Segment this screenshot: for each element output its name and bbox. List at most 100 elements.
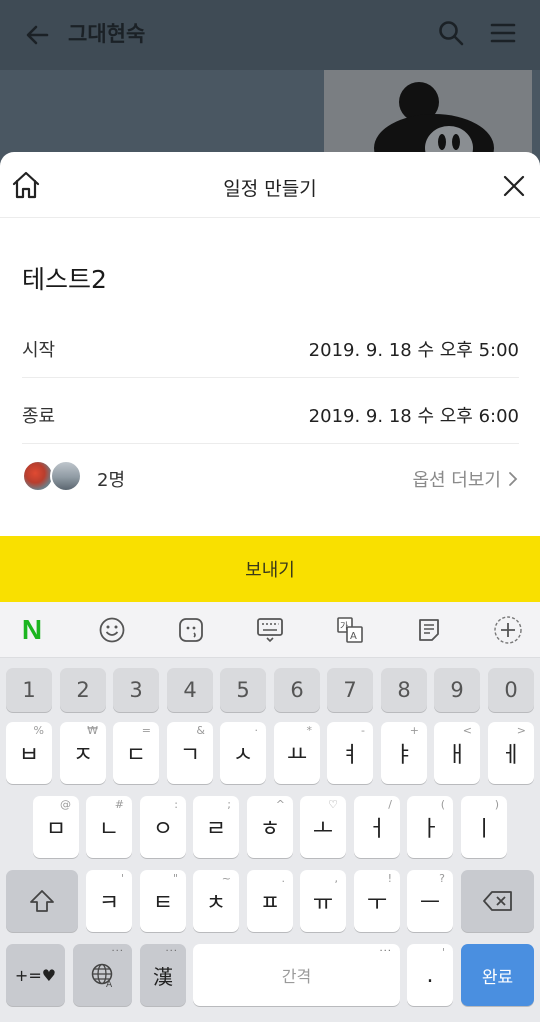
- key-label: ㅐ: [446, 743, 468, 768]
- key-letter[interactable]: * ㅛ: [274, 722, 320, 784]
- screen: 그대현숙 일정 만들기 테스트2 시작 2019. 9. 18 수 오후 5:0…: [0, 0, 540, 1022]
- key-label: ㄷ: [125, 743, 147, 768]
- key-label: ㅍ: [259, 891, 281, 916]
- backspace-key[interactable]: [461, 870, 534, 932]
- key-letter[interactable]: ^ ㅎ: [247, 796, 293, 858]
- period-key[interactable]: ' .: [407, 944, 453, 1006]
- chat-title: 그대현숙: [68, 22, 146, 46]
- key-letter[interactable]: (ㅏ: [407, 796, 453, 858]
- key-symbol: ^: [275, 798, 285, 811]
- key-label: ㅣ: [473, 817, 495, 842]
- naver-icon[interactable]: N: [16, 614, 48, 646]
- key-label: ㅔ: [500, 743, 522, 768]
- key-symbol: <: [462, 724, 472, 737]
- key-label: ㅎ: [259, 817, 281, 842]
- key-symbol: #: [114, 798, 124, 811]
- hanja-key[interactable]: ··· 漢: [140, 944, 186, 1006]
- done-key[interactable]: 완료: [461, 944, 534, 1006]
- send-button[interactable]: 보내기: [0, 536, 540, 602]
- attendees-row[interactable]: 2명 옵션 더보기: [22, 444, 519, 510]
- key-letter[interactable]: = ㄷ: [113, 722, 159, 784]
- key-symbol: @: [60, 798, 71, 811]
- key-label: ㅋ: [98, 891, 120, 916]
- key-letter[interactable]: .ㅍ: [247, 870, 293, 932]
- event-title-field[interactable]: 테스트2: [22, 260, 107, 296]
- key-0[interactable]: 0: [488, 668, 534, 712]
- key-letter[interactable]: % ㅂ: [6, 722, 52, 784]
- chat-header: 그대현숙: [0, 0, 540, 70]
- key-label: ㅏ: [419, 817, 441, 842]
- key-4[interactable]: 4: [167, 668, 213, 712]
- key-symbol: ₩: [87, 724, 98, 737]
- key-symbol: (: [440, 798, 445, 811]
- start-value[interactable]: 2019. 9. 18 수 오후 5:00: [309, 336, 519, 362]
- back-arrow-icon[interactable]: [22, 20, 52, 50]
- key-label: ㅓ: [366, 817, 388, 842]
- start-time-row[interactable]: 시작 2019. 9. 18 수 오후 5:00: [22, 312, 519, 378]
- key-symbol: ?: [439, 872, 445, 885]
- key-letter[interactable]: ~ ㅊ: [193, 870, 239, 932]
- emoji-icon[interactable]: [96, 614, 128, 646]
- key-symbol: +: [409, 724, 419, 737]
- more-dots-icon: ···: [165, 946, 178, 957]
- space-key[interactable]: ··· 간격: [193, 944, 400, 1006]
- key-symbol: *: [306, 724, 313, 737]
- key-letter[interactable]: -ㅕ: [327, 722, 373, 784]
- key-symbol: ': [441, 946, 445, 959]
- key-1[interactable]: 1: [6, 668, 52, 712]
- translate-icon[interactable]: 가A: [334, 614, 366, 646]
- end-value[interactable]: 2019. 9. 18 수 오후 6:00: [309, 402, 519, 428]
- language-key[interactable]: ··· A: [73, 944, 132, 1006]
- key-symbol: ♡: [328, 798, 338, 811]
- key-letter[interactable]: @ ㅁ: [33, 796, 79, 858]
- keyboard: N 가A 1 2 3 4 5 6 7 8 9 0 % ㅂ ₩ ㅈ = ㄷ & ㄱ…: [0, 602, 540, 1022]
- key-9[interactable]: 9: [434, 668, 480, 712]
- keyboard-icon[interactable]: [254, 614, 286, 646]
- key-letter[interactable]: / ㅓ: [354, 796, 400, 858]
- key-letter[interactable]: ' ㅋ: [86, 870, 132, 932]
- key-letter[interactable]: & ㄱ: [167, 722, 213, 784]
- key-letter[interactable]: ; ㄹ: [193, 796, 239, 858]
- globe-icon: A: [91, 963, 113, 988]
- start-label: 시작: [22, 340, 56, 361]
- key-2[interactable]: 2: [60, 668, 106, 712]
- symbols-key[interactable]: +=♥: [6, 944, 65, 1006]
- backspace-icon: [482, 891, 512, 911]
- key-8[interactable]: 8: [381, 668, 427, 712]
- key-letter[interactable]: # ㄴ: [86, 796, 132, 858]
- chevron-right-icon: [509, 472, 518, 486]
- key-letter[interactable]: " ㅌ: [140, 870, 186, 932]
- key-letter[interactable]: :ㅇ: [140, 796, 186, 858]
- sheet-title: 일정 만들기: [223, 178, 317, 200]
- key-letter[interactable]: ) ㅣ: [461, 796, 507, 858]
- add-icon[interactable]: [492, 614, 524, 646]
- key-5[interactable]: 5: [220, 668, 266, 712]
- key-7[interactable]: 7: [327, 668, 373, 712]
- emoticon-icon[interactable]: [175, 614, 207, 646]
- shift-key[interactable]: [6, 870, 78, 932]
- more-options-link[interactable]: 옵션 더보기: [412, 466, 519, 492]
- key-6[interactable]: 6: [274, 668, 320, 712]
- key-letter[interactable]: > ㅔ: [488, 722, 534, 784]
- end-label: 종료: [22, 406, 56, 427]
- end-time-row[interactable]: 종료 2019. 9. 18 수 오후 6:00: [22, 378, 519, 444]
- key-letter[interactable]: + ㅑ: [381, 722, 427, 784]
- key-letter[interactable]: ♡ ㅗ: [300, 796, 346, 858]
- menu-icon[interactable]: [488, 18, 518, 48]
- attendee-count: 2명: [97, 470, 126, 491]
- key-letter[interactable]: < ㅐ: [434, 722, 480, 784]
- key-symbol: :: [174, 798, 178, 811]
- memo-icon[interactable]: [413, 614, 445, 646]
- key-letter[interactable]: · ㅅ: [220, 722, 266, 784]
- key-3[interactable]: 3: [113, 668, 159, 712]
- key-label: ㅁ: [45, 817, 67, 842]
- key-label: ㄱ: [179, 743, 201, 768]
- close-icon[interactable]: [498, 170, 530, 202]
- key-letter[interactable]: ! ㅜ: [354, 870, 400, 932]
- naver-logo: N: [21, 614, 43, 645]
- key-letter[interactable]: ? ㅡ: [407, 870, 453, 932]
- search-icon[interactable]: [436, 18, 466, 48]
- key-symbol: %: [33, 724, 44, 737]
- key-letter[interactable]: ,ㅠ: [300, 870, 346, 932]
- key-letter[interactable]: ₩ ㅈ: [60, 722, 106, 784]
